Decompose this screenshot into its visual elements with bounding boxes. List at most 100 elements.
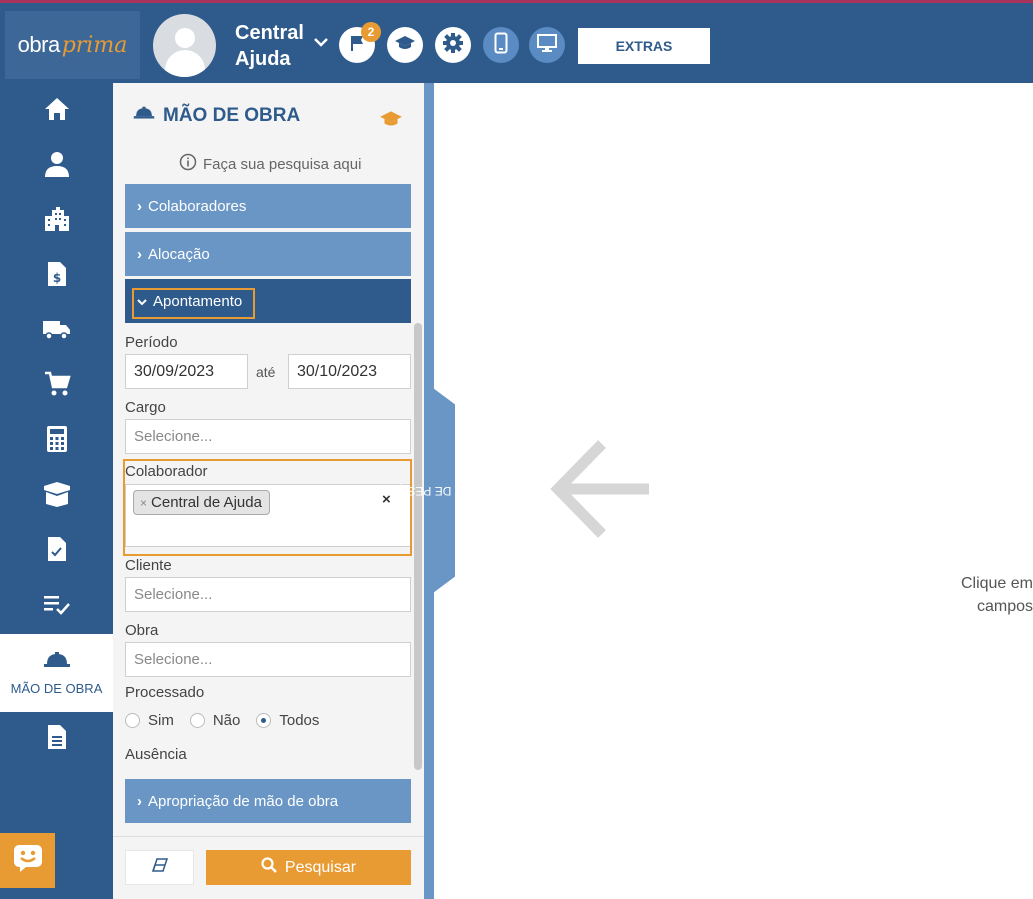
svg-text:$: $ (52, 271, 60, 285)
radio-circle-selected[interactable] (256, 713, 272, 728)
sidebar-item-purchases[interactable] (0, 366, 113, 406)
radio-todos[interactable]: Todos (256, 712, 319, 729)
search-button-label: Pesquisar (284, 858, 357, 876)
search-hint: Faça sua pesquisa aqui (179, 153, 361, 175)
calculator-icon (46, 425, 68, 458)
ausencia-label: Ausência (125, 746, 187, 763)
cliente-label: Cliente (125, 557, 172, 574)
radio-circle[interactable] (125, 713, 140, 728)
search-icon (261, 857, 277, 878)
sidebar-item-finance[interactable]: $ (0, 256, 113, 296)
obra-label: Obra (125, 622, 159, 639)
user-icon (44, 150, 70, 183)
highlight-colaborador (123, 459, 412, 556)
radio-sim[interactable]: Sim (125, 712, 174, 729)
periodo-start-field[interactable]: 30/09/2023 (125, 354, 248, 389)
radio-nao[interactable]: Não (189, 712, 241, 729)
info-icon (179, 153, 197, 175)
box-icon (42, 480, 72, 513)
truck-icon (42, 317, 72, 346)
desktop-button[interactable] (529, 27, 565, 63)
radio-label: Não (212, 712, 241, 729)
section-alocacao[interactable]: › Alocação (125, 232, 411, 276)
graduation-cap-icon (379, 111, 403, 133)
chevron-right-icon: › (137, 245, 142, 263)
gear-icon (442, 32, 464, 59)
building-icon (43, 205, 71, 238)
section-label: Apropriação de mão de obra (148, 792, 339, 810)
sidebar-item-mao-de-obra[interactable]: MÃO DE OBRA (0, 634, 113, 712)
user-name[interactable]: Central Ajuda (235, 20, 315, 72)
periodo-separator: até (256, 364, 276, 380)
sidebar-item-users[interactable] (0, 146, 113, 186)
eraser-icon (151, 858, 169, 877)
radio-label: Sim (148, 712, 174, 729)
extras-button[interactable]: EXTRAS (578, 28, 710, 64)
document-icon (46, 723, 68, 756)
processado-label: Processado (125, 684, 205, 701)
search-hint-text: Faça sua pesquisa aqui (203, 155, 362, 173)
section-label: Colaboradores (148, 197, 247, 215)
cargo-label: Cargo (125, 399, 166, 416)
panel-scrollbar[interactable] (414, 323, 422, 770)
sidebar-item-contracts[interactable] (0, 531, 113, 571)
logo-main-text: obra (17, 32, 61, 57)
search-button[interactable]: Pesquisar (206, 850, 411, 885)
app-logo[interactable]: obra prima (5, 11, 140, 79)
highlight-apontamento (132, 288, 255, 319)
graduation-cap-icon (394, 34, 416, 57)
filters-toggle-label-wrap[interactable]: FILTROS DE PESQUISA ‹ (370, 388, 518, 593)
panel-title: MÃO DE OBRA (133, 105, 300, 127)
cargo-select[interactable]: Selecione... (125, 419, 411, 454)
mobile-button[interactable] (483, 27, 519, 63)
radio-circle[interactable] (189, 713, 205, 728)
processado-radio-group: Sim Não Todos (125, 712, 319, 729)
panel-training-button[interactable] (379, 109, 403, 134)
checklist-icon (43, 593, 71, 620)
sidebar-item-budget[interactable] (0, 421, 113, 461)
logo-accent-text: prima (61, 32, 128, 58)
sidebar-item-label: MÃO DE OBRA (10, 681, 103, 696)
training-button[interactable] (387, 27, 423, 63)
invoice-icon: $ (46, 260, 68, 293)
section-label: Alocação (148, 245, 210, 263)
chevron-icon: ‹ (514, 483, 519, 498)
empty-state-line-2: campos (976, 598, 1033, 615)
section-apropriacao[interactable]: › Apropriação de mão de obra (125, 779, 411, 823)
sidebar-item-companies[interactable] (0, 201, 113, 241)
empty-state-line-1: Clique em (960, 575, 1033, 592)
mobile-icon (494, 32, 508, 59)
chevron-right-icon: › (137, 197, 142, 215)
top-bar: obra prima Central Ajuda 2 EXTRAS (0, 0, 1033, 83)
chevron-right-icon: › (137, 792, 142, 810)
sidebar-item-home[interactable] (0, 91, 113, 131)
hardhat-icon (43, 650, 71, 675)
chevron-down-icon[interactable] (313, 34, 329, 52)
panel-title-text: MÃO DE OBRA (163, 105, 301, 126)
periodo-end-field[interactable]: 30/10/2023 (288, 354, 411, 389)
arrow-left-icon (548, 438, 652, 545)
sidebar-item-reports[interactable] (0, 719, 113, 759)
settings-button[interactable] (435, 27, 471, 63)
chat-button[interactable] (0, 833, 55, 888)
empty-state-message: Clique em campos (960, 572, 1033, 618)
section-colaboradores[interactable]: › Colaboradores (125, 184, 411, 228)
panel-footer: Pesquisar (113, 836, 424, 899)
smiley-chat-icon (12, 843, 44, 878)
desktop-icon (536, 33, 558, 58)
avatar[interactable] (153, 14, 216, 77)
hardhat-icon (133, 105, 155, 127)
periodo-label: Período (125, 334, 178, 351)
obra-select[interactable]: Selecione... (125, 642, 411, 677)
sidebar: $ MÃO DE OBRA (0, 83, 113, 899)
radio-label: Todos (279, 712, 320, 729)
cliente-select[interactable]: Selecione... (125, 577, 411, 612)
sidebar-item-tasks[interactable] (0, 586, 113, 626)
sidebar-item-logistics[interactable] (0, 311, 113, 351)
cart-icon (43, 370, 71, 403)
sidebar-item-stock[interactable] (0, 476, 113, 516)
notification-badge: 2 (361, 22, 381, 42)
document-check-icon (46, 535, 68, 568)
clear-filters-button[interactable] (125, 850, 194, 885)
home-icon (43, 96, 71, 127)
